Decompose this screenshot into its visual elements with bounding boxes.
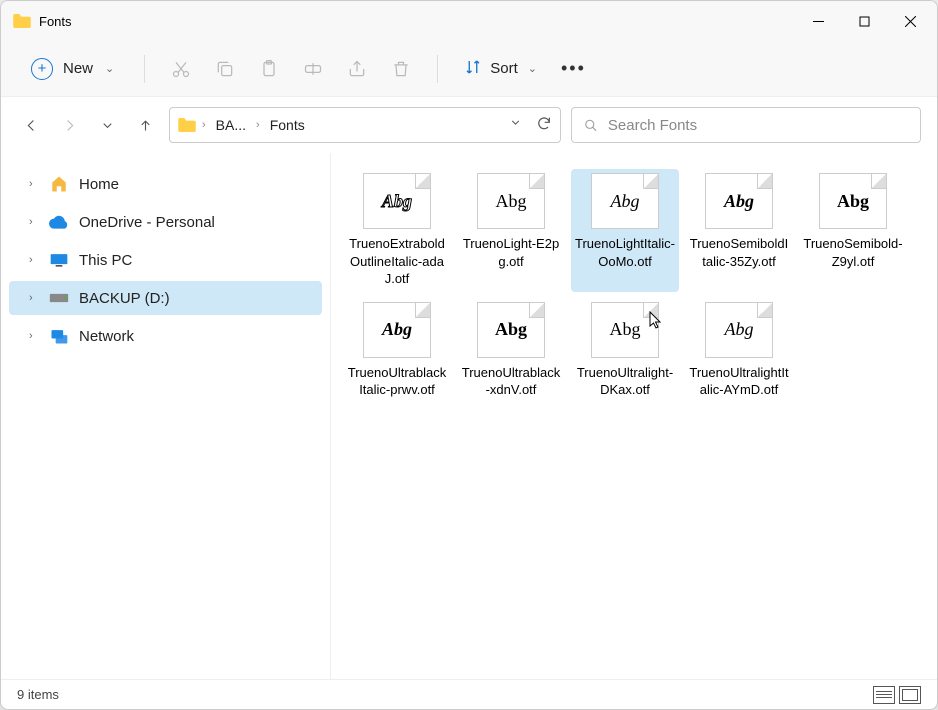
chevron-right-icon: ›: [29, 254, 39, 266]
file-name: TruenoUltrablackItalic-prwv.otf: [347, 364, 447, 399]
delete-button[interactable]: [381, 49, 421, 89]
sidebar-item-home[interactable]: › Home: [9, 167, 322, 201]
sidebar-item-label: Network: [79, 328, 134, 345]
font-file-icon: Abg: [705, 302, 773, 358]
sidebar-item-network[interactable]: › Network: [9, 319, 322, 353]
sidebar-item-label: Home: [79, 176, 119, 193]
address-bar[interactable]: › BA... › Fonts: [169, 107, 561, 143]
sidebar-item-label: This PC: [79, 252, 132, 269]
home-icon: [49, 175, 69, 193]
sidebar-item-label: BACKUP (D:): [79, 290, 170, 307]
chevron-right-icon: ›: [29, 330, 39, 342]
font-file-icon: Abg: [477, 173, 545, 229]
minimize-button[interactable]: [795, 1, 841, 41]
back-button[interactable]: [17, 111, 45, 139]
search-icon: [584, 118, 598, 133]
file-name: TruenoLight-E2pg.otf: [461, 235, 561, 270]
chevron-down-icon: ⌄: [105, 62, 114, 75]
breadcrumb-part[interactable]: BA...: [212, 117, 250, 133]
file-name: TruenoUltrablack-xdnV.otf: [461, 364, 561, 399]
close-button[interactable]: [887, 1, 933, 41]
drive-icon: [49, 289, 69, 307]
refresh-button[interactable]: [536, 115, 552, 136]
window-title: Fonts: [39, 14, 795, 29]
details-view-button[interactable]: [873, 686, 895, 704]
file-name: TruenoSemiboldItalic-35Zy.otf: [689, 235, 789, 270]
chevron-right-icon: ›: [29, 178, 39, 190]
font-file-icon: Abg: [819, 173, 887, 229]
font-file-icon: Abg: [363, 173, 431, 229]
maximize-button[interactable]: [841, 1, 887, 41]
search-input[interactable]: [608, 117, 908, 134]
file-name: TruenoLightItalic-OoMo.otf: [575, 235, 675, 270]
navbar: › BA... › Fonts: [1, 97, 937, 153]
font-file-icon: Abg: [705, 173, 773, 229]
sort-button[interactable]: Sort ⌄: [454, 52, 547, 86]
file-name: TruenoSemibold-Z9yl.otf: [803, 235, 903, 270]
rename-button[interactable]: [293, 49, 333, 89]
file-item[interactable]: Abg TruenoLight-E2pg.otf: [457, 169, 565, 292]
item-count: 9 items: [17, 687, 59, 702]
breadcrumb-part[interactable]: Fonts: [266, 117, 309, 133]
sidebar-item-drive[interactable]: › BACKUP (D:): [9, 281, 322, 315]
titlebar: Fonts: [1, 1, 937, 41]
file-item[interactable]: Abg TruenoUltralight-DKax.otf: [571, 298, 679, 403]
file-name: TruenoExtraboldOutlineItalic-adaJ.otf: [347, 235, 447, 288]
file-item[interactable]: Abg TruenoLightItalic-OoMo.otf: [571, 169, 679, 292]
file-name: TruenoUltralightItalic-AYmD.otf: [689, 364, 789, 399]
recent-button[interactable]: [93, 111, 121, 139]
toolbar: + New ⌄ Sort ⌄ •••: [1, 41, 937, 97]
copy-button[interactable]: [205, 49, 245, 89]
network-icon: [49, 327, 69, 345]
chevron-right-icon: ›: [202, 119, 206, 131]
chevron-down-icon[interactable]: [509, 116, 522, 134]
pc-icon: [49, 251, 69, 269]
file-item[interactable]: Abg TruenoSemibold-Z9yl.otf: [799, 169, 907, 292]
file-grid: Abg TruenoExtraboldOutlineItalic-adaJ.otf…: [331, 153, 937, 679]
sidebar-item-cloud[interactable]: › OneDrive - Personal: [9, 205, 322, 239]
statusbar: 9 items: [1, 679, 937, 709]
icons-view-button[interactable]: [899, 686, 921, 704]
file-name: TruenoUltralight-DKax.otf: [575, 364, 675, 399]
paste-button[interactable]: [249, 49, 289, 89]
more-button[interactable]: •••: [551, 58, 596, 79]
cut-button[interactable]: [161, 49, 201, 89]
chevron-down-icon: ⌄: [528, 62, 537, 75]
chevron-right-icon: ›: [29, 292, 39, 304]
file-item[interactable]: Abg TruenoExtraboldOutlineItalic-adaJ.otf: [343, 169, 451, 292]
chevron-right-icon: ›: [29, 216, 39, 228]
sidebar: › Home › OneDrive - Personal › This PC › BACKUP…: [1, 153, 331, 679]
file-item[interactable]: Abg TruenoUltralightItalic-AYmD.otf: [685, 298, 793, 403]
folder-icon: [13, 14, 31, 28]
sort-icon: [464, 58, 482, 80]
forward-button[interactable]: [55, 111, 83, 139]
file-item[interactable]: Abg TruenoUltrablack-xdnV.otf: [457, 298, 565, 403]
up-button[interactable]: [131, 111, 159, 139]
sidebar-item-label: OneDrive - Personal: [79, 214, 215, 231]
explorer-window: Fonts + New ⌄ Sort ⌄ •••: [0, 0, 938, 710]
share-button[interactable]: [337, 49, 377, 89]
cloud-icon: [49, 213, 69, 231]
sidebar-item-pc[interactable]: › This PC: [9, 243, 322, 277]
font-file-icon: Abg: [591, 173, 659, 229]
file-item[interactable]: Abg TruenoUltrablackItalic-prwv.otf: [343, 298, 451, 403]
font-file-icon: Abg: [363, 302, 431, 358]
plus-icon: +: [31, 58, 53, 80]
search-box[interactable]: [571, 107, 921, 143]
new-button[interactable]: + New ⌄: [17, 52, 128, 86]
folder-icon: [178, 118, 196, 132]
chevron-right-icon: ›: [256, 119, 260, 131]
file-item[interactable]: Abg TruenoSemiboldItalic-35Zy.otf: [685, 169, 793, 292]
divider: [144, 55, 145, 83]
font-file-icon: Abg: [477, 302, 545, 358]
font-file-icon: Abg: [591, 302, 659, 358]
divider: [437, 55, 438, 83]
